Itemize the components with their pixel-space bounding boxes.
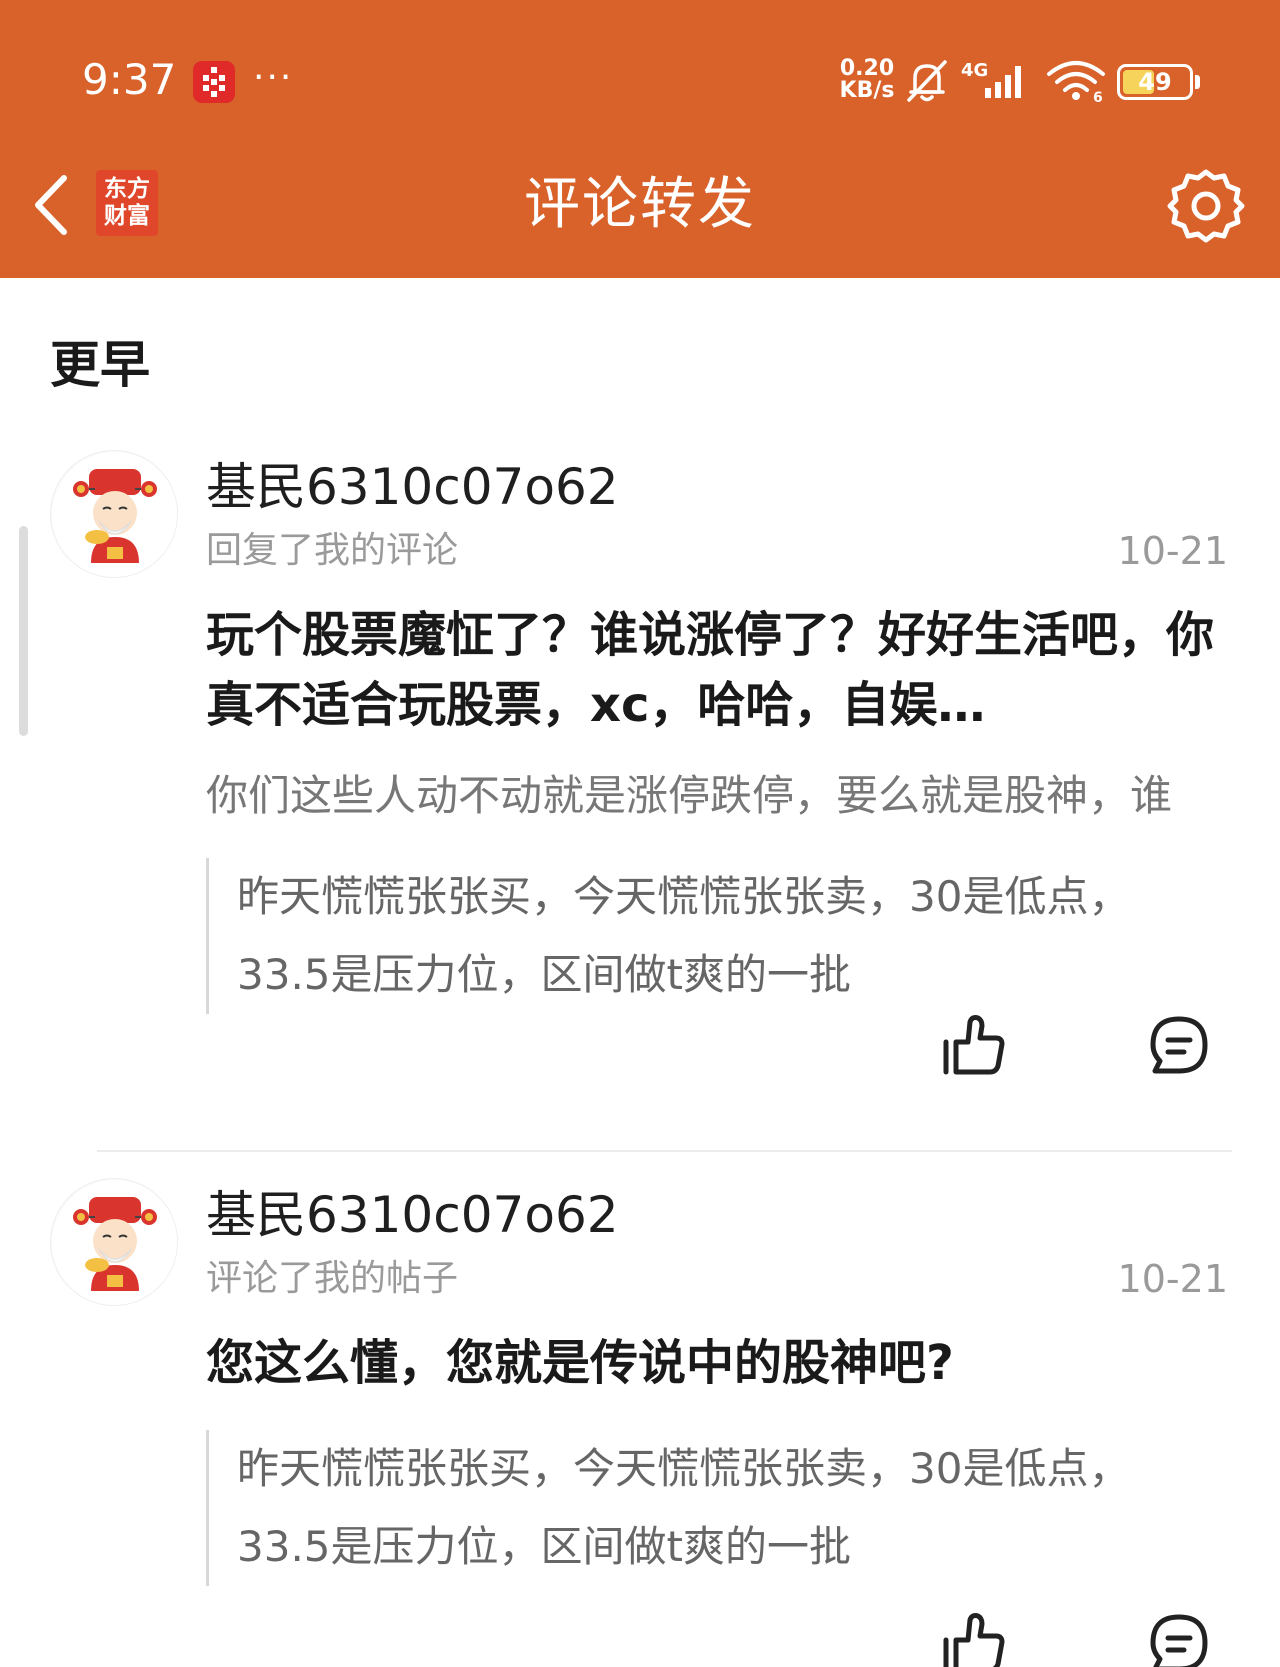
- thumbs-up-icon: [943, 1015, 1005, 1075]
- original-post-line: 33.5是压力位，区间做t爽的一批: [237, 950, 851, 999]
- cellular-signal-icon: 4G: [961, 60, 1021, 98]
- wifi-label: 6: [1093, 90, 1103, 104]
- app-root: 9:37 ··· 0.20 KB/s 4G 6 49 东方财富 评论转发 更早 …: [0, 0, 1280, 1667]
- comment-text[interactable]: 玩个股票魔怔了？谁说涨停了？好好生活吧，你真不适合玩股票，xc，哈哈，自娱…: [206, 600, 1236, 740]
- battery-tip: [1195, 75, 1200, 89]
- user-name[interactable]: 基民6310c07o62: [206, 1184, 619, 1246]
- net-speed: 0.20 KB/s: [836, 58, 898, 102]
- avatar-god-of-wealth-icon: [52, 1180, 177, 1305]
- net-speed-value: 0.20: [839, 56, 895, 81]
- battery-icon: 49: [1117, 64, 1193, 100]
- status-more-icon: ···: [253, 57, 294, 98]
- chevron-left-icon: [35, 175, 67, 235]
- reply-button[interactable]: [1148, 1014, 1210, 1076]
- like-button[interactable]: [940, 1012, 1006, 1078]
- quoted-reply[interactable]: 你们这些人动不动就是涨停跌停，要么就是股神，谁: [206, 768, 1236, 824]
- original-post-line: 昨天慌慌张张买，今天慌慌张张卖，30是低点，: [237, 872, 1131, 921]
- timestamp: 10-21: [1117, 1257, 1228, 1301]
- thumbs-up-icon: [943, 1613, 1005, 1667]
- page-title: 评论转发: [524, 172, 756, 237]
- avatar[interactable]: [50, 1178, 178, 1306]
- timestamp: 10-21: [1117, 529, 1228, 573]
- action-text: 回复了我的评论: [206, 530, 459, 571]
- comment-text[interactable]: 您这么懂，您就是传说中的股神吧?: [206, 1328, 1236, 1398]
- notification-card[interactable]: 基民6310c07o62 回复了我的评论 10-21 玩个股票魔怔了？谁说涨停了…: [0, 450, 1280, 1100]
- section-title: 更早: [50, 336, 150, 394]
- header-bar: 9:37 ··· 0.20 KB/s 4G 6 49 东方财富 评论转发: [0, 0, 1280, 278]
- network-label: 4G: [961, 60, 988, 81]
- original-post[interactable]: 昨天慌慌张张买，今天慌慌张张卖，30是低点， 33.5是压力位，区间做t爽的一批: [206, 858, 1226, 1014]
- battery-level: 49: [1138, 68, 1172, 96]
- like-button[interactable]: [940, 1610, 1006, 1667]
- divider: [97, 1150, 1232, 1152]
- original-post-line: 昨天慌慌张张买，今天慌慌张张卖，30是低点，: [237, 1444, 1131, 1493]
- notification-card[interactable]: 基民6310c07o62 评论了我的帖子 10-21 您这么懂，您就是传说中的股…: [0, 1178, 1280, 1667]
- brand-logo[interactable]: 东方财富: [96, 170, 158, 236]
- avatar-god-of-wealth-icon: [52, 452, 177, 577]
- mute-bell-icon: [907, 60, 947, 102]
- status-time: 9:37: [82, 55, 177, 104]
- avatar[interactable]: [50, 450, 178, 578]
- settings-button[interactable]: [1166, 166, 1246, 246]
- comment-bubble-icon: [1150, 1016, 1208, 1074]
- wifi-icon: 6: [1047, 61, 1105, 104]
- gear-icon: [1167, 169, 1245, 243]
- app-notification-icon: [193, 61, 235, 103]
- user-name[interactable]: 基民6310c07o62: [206, 456, 619, 518]
- original-post[interactable]: 昨天慌慌张张买，今天慌慌张张卖，30是低点， 33.5是压力位，区间做t爽的一批: [206, 1430, 1226, 1586]
- reply-button[interactable]: [1148, 1612, 1210, 1667]
- comment-bubble-icon: [1150, 1614, 1208, 1667]
- net-speed-unit: KB/s: [839, 78, 895, 103]
- brand-logo-text: 东方财富: [104, 176, 150, 229]
- original-post-line: 33.5是压力位，区间做t爽的一批: [237, 1522, 851, 1571]
- back-button[interactable]: [26, 170, 76, 240]
- action-text: 评论了我的帖子: [206, 1258, 459, 1299]
